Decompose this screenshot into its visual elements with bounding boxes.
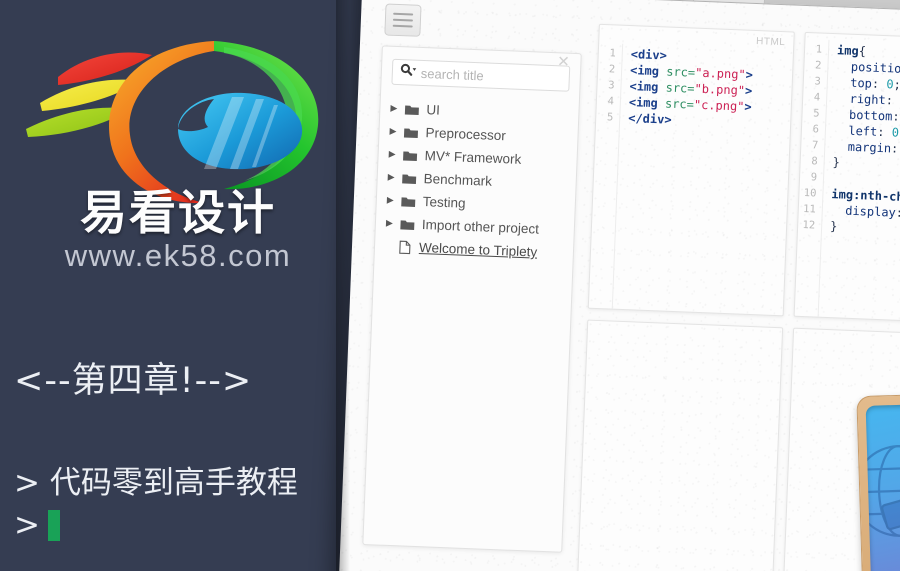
app-window: Welcome t HTML CSS [336, 0, 900, 571]
puzzle-globe-cards-artwork [856, 389, 900, 571]
close-icon[interactable]: ✕ [554, 53, 573, 72]
text-cursor [47, 509, 60, 541]
tab-html[interactable]: HTML [612, 0, 695, 1]
css-editor-pane[interactable]: 123456789101112 img{ position: absolute;… [793, 31, 900, 325]
css-code-lines: img{ position: absolute; top: 0; right: … [829, 43, 900, 234]
html-editor-pane[interactable]: HTML 12345 <div> <img src="a.png"> <img … [587, 23, 795, 317]
tagline: > 代码零到高手教程 [14, 465, 298, 501]
preview-pane-right[interactable] [780, 327, 900, 571]
tree-item-label: MV* Framework [424, 148, 522, 167]
artwork-card [856, 393, 900, 571]
tree-item-label: UI [426, 102, 441, 118]
window-titlebar: Welcome t HTML CSS [362, 0, 900, 15]
html-code-area[interactable]: 12345 <div> <img src="a.png"> <img src="… [588, 42, 793, 315]
globe-puzzle-icon [865, 445, 900, 538]
brand-url: www.ek58.com [64, 238, 292, 273]
brand-panel: 易看设计 www.ek58.com <--第四章!--> > 代码零到高手教程 … [0, 0, 420, 571]
window-tab-bar[interactable]: Welcome t HTML CSS [482, 0, 767, 4]
search-placeholder: search title [420, 65, 485, 83]
pane-texture [575, 320, 783, 571]
html-code-lines: <div> <img src="a.png"> <img src="b.png"… [627, 47, 754, 127]
css-code-area[interactable]: 123456789101112 img{ position: absolute;… [794, 38, 900, 324]
tree-item-label: Testing [422, 194, 466, 211]
tree-item-label: Benchmark [423, 171, 493, 189]
prompt-line: > [14, 506, 404, 544]
preview-pane-left[interactable] [574, 319, 784, 571]
chapter-heading: <--第四章!--> [14, 361, 253, 401]
brand-wordmark: 易看设计 [80, 186, 276, 241]
tab-css[interactable]: CSS [692, 0, 767, 4]
artwork-card-inner [865, 404, 900, 571]
tree-item-label: Import other project [421, 217, 540, 237]
headline-block: <--第四章!--> > 代码零到高手教程 > [14, 352, 404, 544]
screenshot-root: Welcome t HTML CSS [0, 0, 900, 571]
prompt-symbol: > [14, 507, 40, 543]
tree-item-label: Welcome to Triplety [418, 239, 538, 260]
tree-item-label: Preprocessor [425, 125, 507, 144]
pane-label-html: HTML [755, 36, 786, 49]
